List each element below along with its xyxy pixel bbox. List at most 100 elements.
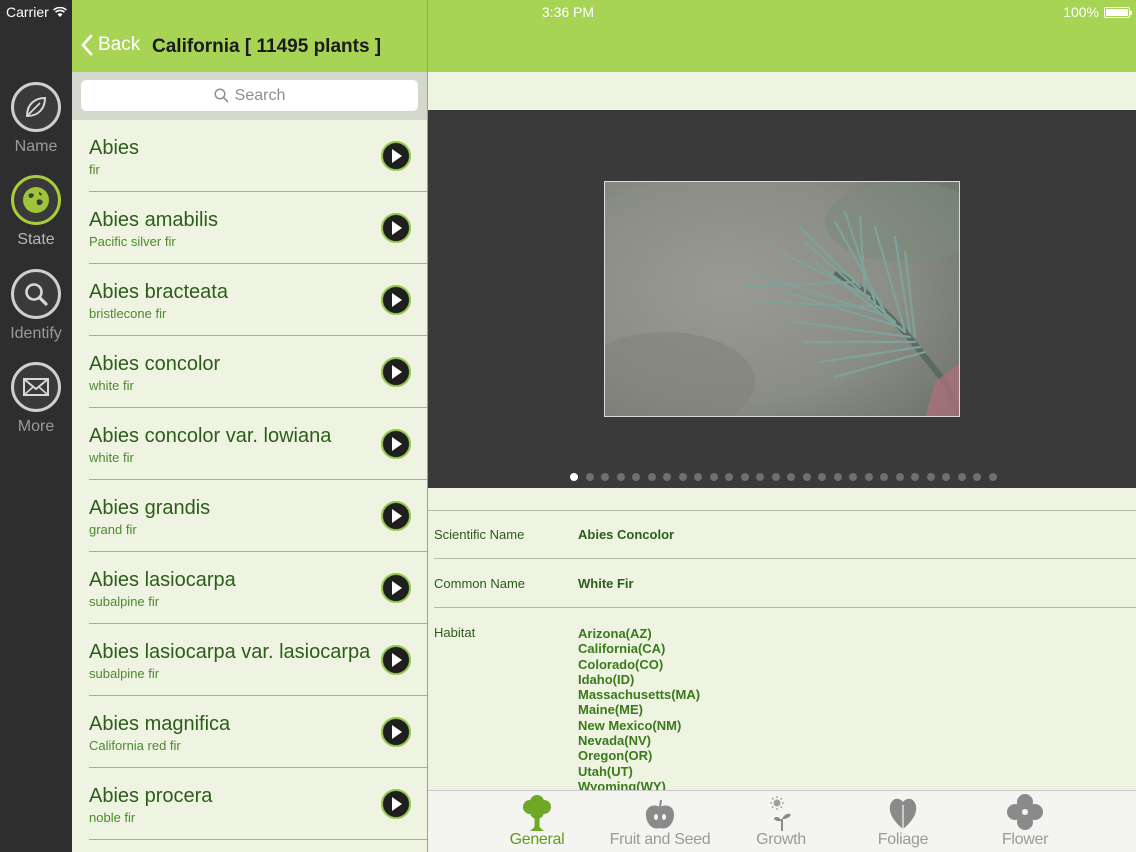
plant-detail-pane: Scientific Name Abies Concolor Common Na… [428,0,1136,852]
page-dot[interactable] [601,473,609,481]
plant-scientific-name: Abies bracteata [89,281,228,303]
list-item[interactable]: Abies amabilis Pacific silver fir [72,192,427,264]
common-name-label: Common Name [434,576,526,591]
play-icon [392,581,402,595]
page-dot[interactable] [647,473,656,481]
list-item[interactable]: Abies magnifica California red fir [72,696,427,768]
list-item[interactable]: Abies concolor var. lowiana white fir [72,408,427,480]
page-dot[interactable] [818,473,826,481]
rail-item-more[interactable]: More [0,362,72,436]
page-indicator[interactable] [428,473,1136,481]
page-dot[interactable] [616,473,625,481]
tab-fruit-and-seed[interactable]: Fruit and Seed [600,791,720,852]
play-button[interactable] [381,645,411,675]
page-dot[interactable] [632,473,640,481]
play-button[interactable] [381,213,411,243]
list-item[interactable]: Abies procera noble fir [72,768,427,840]
page-dot[interactable] [678,473,687,481]
habitat-item: Utah(UT) [578,763,633,779]
tab-growth[interactable]: Growth [721,791,841,852]
page-dot[interactable] [771,473,780,481]
play-button[interactable] [381,717,411,747]
plant-scientific-name: Abies amabilis [89,209,218,231]
play-icon [392,365,402,379]
side-tab-rail: Name State Identify More [0,0,72,852]
page-dot[interactable] [833,473,842,481]
status-bar: Carrier 3:36 PM 100% [0,0,1136,22]
play-icon [392,293,402,307]
play-button[interactable] [381,357,411,387]
battery-icon [1104,6,1132,18]
play-button[interactable] [381,141,411,171]
page-dot[interactable] [585,473,594,481]
plant-scientific-name: Abies concolor [89,353,221,375]
habitat-item: Arizona(AZ) [578,626,652,641]
page-dot[interactable] [849,473,857,481]
habitat-item: Maine(ME) [578,702,643,718]
page-dot[interactable] [864,473,873,481]
page-dot[interactable] [740,473,749,481]
plant-common-name: white fir [89,378,134,393]
play-button[interactable] [381,789,411,819]
page-dot[interactable] [973,473,981,481]
habitat-item: Idaho(ID) [578,671,635,687]
play-button[interactable] [381,429,411,459]
play-button[interactable] [381,501,411,531]
list-item[interactable]: Abies lasiocarpa subalpine fir [72,552,427,624]
tab-label-fruit-and-seed: Fruit and Seed [609,831,711,848]
search-input[interactable]: Search [81,80,418,111]
list-item[interactable]: Abies concolor white fir [72,336,427,408]
plant-common-name: noble fir [89,810,136,825]
list-item[interactable]: Abies lasiocarpa var. lasiocarpa subalpin… [72,624,427,696]
play-button[interactable] [381,285,411,315]
habitat-item: Nevada(NV) [578,733,651,749]
tab-general[interactable]: General [477,791,597,852]
page-dot[interactable] [880,473,888,481]
rail-label-more: More [17,418,55,435]
plant-common-name: fir [89,162,100,177]
page-dot[interactable] [802,473,811,481]
detail-tab-bar: General Fruit and Seed Growth Foliage Fl… [428,790,1136,852]
play-icon [392,437,402,451]
list-item[interactable]: Abies grandis grand fir [72,480,427,552]
tab-flower[interactable]: Flower [965,791,1085,852]
habitat-list: Arizona(AZ) California(CA) Colorado(CO) Ida… [578,626,700,794]
rail-item-identify[interactable]: Identify [0,269,72,343]
photo-gallery[interactable] [428,110,1136,488]
status-time: 3:36 PM [541,4,595,20]
apple-icon [600,791,720,831]
back-button[interactable]: Back [80,34,140,56]
page-dot[interactable] [570,473,578,481]
common-name-value: White Fir [578,576,634,591]
plant-common-name: California red fir [89,738,181,753]
list-item[interactable]: Abies fir [72,120,427,192]
plant-common-name: Pacific silver fir [89,234,176,249]
plant-scientific-name: Abies grandis [89,497,211,519]
list-item[interactable]: Abies bracteata bristlecone fir [72,264,427,336]
page-dot[interactable] [709,473,718,481]
play-icon [392,509,402,523]
page-dot[interactable] [911,473,919,481]
plant-photo [604,181,960,417]
page-dot[interactable] [694,473,702,481]
page-dot[interactable] [756,473,764,481]
tab-foliage[interactable]: Foliage [843,791,963,852]
back-label: Back [98,34,141,55]
page-dot[interactable] [663,473,671,481]
battery-percent: 100% [1063,4,1099,20]
page-dot[interactable] [957,473,966,481]
page-dot[interactable] [942,473,950,481]
page-dot[interactable] [725,473,733,481]
plant-common-name: bristlecone fir [89,306,167,321]
rail-item-state[interactable]: State [0,175,72,249]
page-dot[interactable] [787,473,795,481]
rail-item-name[interactable]: Name [0,82,72,156]
scientific-name-value: Abies Concolor [578,527,675,542]
play-icon [392,653,402,667]
page-dot[interactable] [895,473,904,481]
habitat-item: Oregon(OR) [578,748,653,764]
page-dot[interactable] [988,473,997,481]
common-name-row: Common Name White Fir [428,559,1136,608]
play-button[interactable] [381,573,411,603]
page-dot[interactable] [926,473,935,481]
